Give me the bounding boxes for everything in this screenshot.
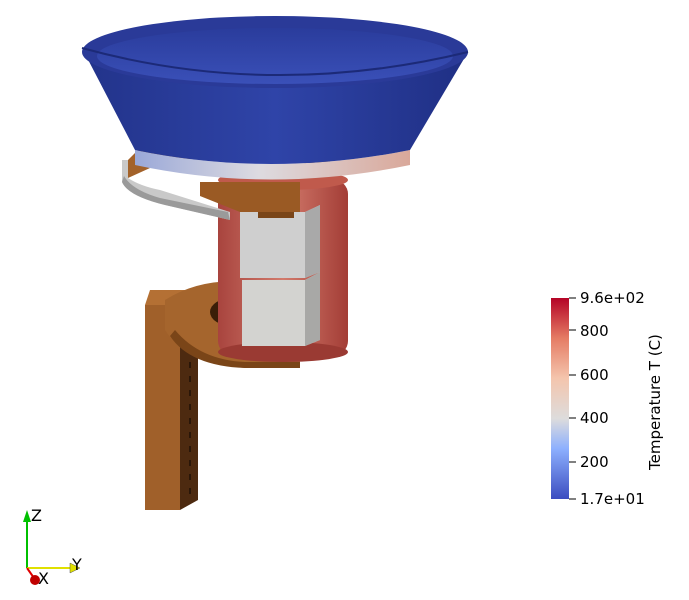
insulation-blocks <box>240 205 320 346</box>
simulation-scene[interactable] <box>0 0 689 600</box>
render-viewport[interactable]: 9.6e+02 800 600 400 200 1.7e+01 Temperat… <box>0 0 689 600</box>
crucible-bowl <box>81 16 469 164</box>
